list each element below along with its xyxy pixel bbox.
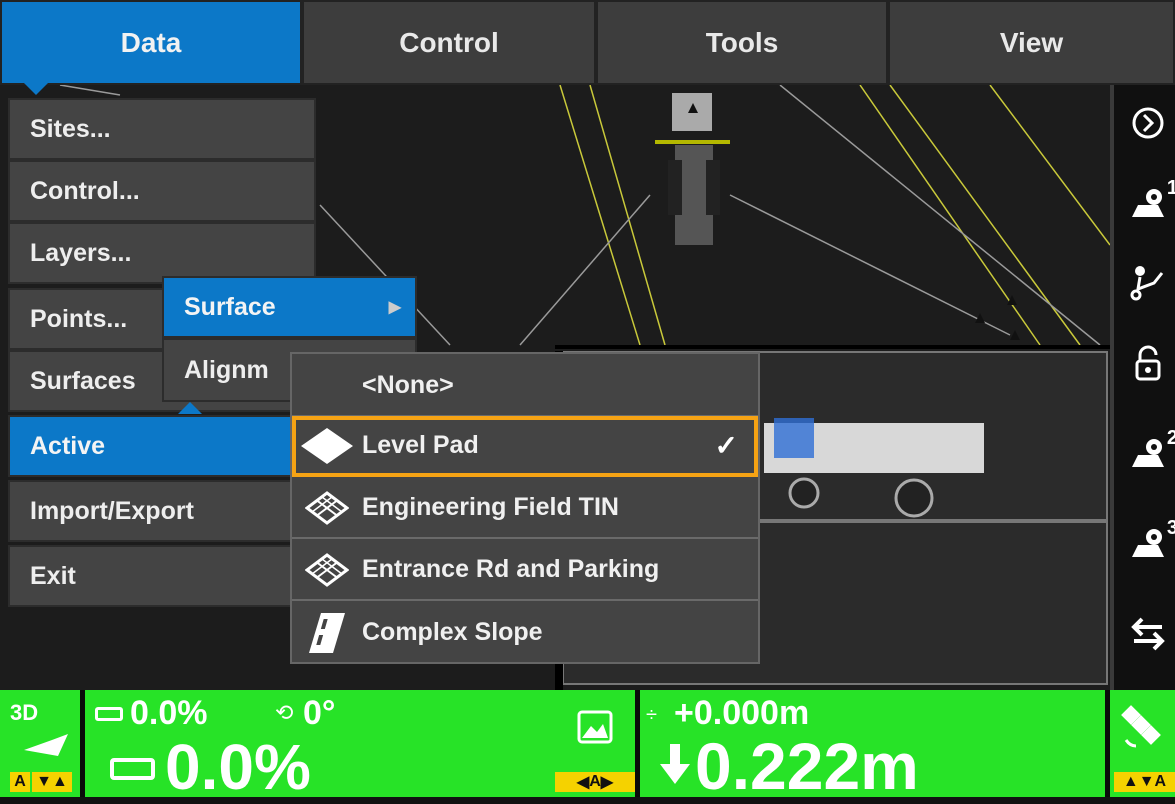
tin-grid-icon: [292, 552, 362, 587]
lock-icon[interactable]: [1120, 333, 1175, 393]
map-pin-2-icon[interactable]: 2: [1120, 423, 1175, 483]
menu-item-exit[interactable]: Exit: [8, 545, 316, 607]
map-pin-1-icon[interactable]: 1: [1120, 173, 1175, 233]
down-up-arrows-icon[interactable]: ▼▲: [32, 772, 72, 792]
menu-item-layers[interactable]: Layers...: [8, 222, 316, 284]
surface-item-complex-slope-label: Complex Slope: [362, 618, 543, 646]
mode-panel[interactable]: 3D A ▼▲: [0, 690, 80, 797]
surface-item-none-label: <None>: [362, 371, 454, 399]
gnss-panel[interactable]: ▲▼ A: [1110, 690, 1175, 797]
surface-menu: <None> Level Pad ✓ Engineering Field TIN…: [290, 352, 760, 664]
slope-big-value: 0.0%: [165, 731, 311, 803]
blade-3d-icon: [24, 734, 68, 756]
submenu-item-surface[interactable]: Surface ▶: [162, 276, 417, 338]
menu-item-active[interactable]: Active: [8, 415, 316, 477]
tab-data[interactable]: Data: [0, 0, 302, 85]
map-pin-1-number: 1: [1166, 177, 1175, 199]
map-pin-3-number: 3: [1166, 517, 1175, 539]
surface-item-engineering-field-tin-label: Engineering Field TIN: [362, 493, 619, 521]
surface-item-level-pad-label: Level Pad: [362, 431, 479, 459]
surface-item-entrance-rd[interactable]: Entrance Rd and Parking: [292, 540, 758, 601]
expand-arrow-icon[interactable]: [1120, 93, 1175, 153]
checkmark-icon: ✓: [714, 430, 738, 461]
elevation-small-icon: ÷: [646, 704, 657, 726]
diamond-solid-icon: [292, 426, 362, 466]
slope-bar-big-icon: [110, 758, 155, 780]
active-pointer-icon: [178, 402, 202, 414]
map-pin-2-number: 2: [1166, 427, 1175, 449]
route-icon[interactable]: [1120, 253, 1175, 313]
arrow-down-icon: [660, 744, 690, 784]
terrain-image-icon: [577, 710, 613, 744]
menu-item-sites[interactable]: Sites...: [8, 98, 316, 160]
tab-view[interactable]: View: [888, 0, 1175, 85]
tin-grid-icon: [292, 490, 362, 525]
satellite-icon: [1121, 705, 1161, 748]
surface-item-engineering-field-tin[interactable]: Engineering Field TIN: [292, 478, 758, 539]
submenu-item-surface-label: Surface: [184, 292, 276, 321]
slope-small-value: 0.0%: [130, 694, 208, 732]
a-tag-2: A: [589, 773, 601, 790]
a-tag-3: A: [1154, 773, 1167, 790]
tab-control[interactable]: Control: [302, 0, 596, 85]
rotation-value: 0°: [303, 694, 336, 732]
surface-item-level-pad[interactable]: Level Pad ✓: [292, 416, 758, 477]
tab-tools[interactable]: Tools: [596, 0, 888, 85]
rotation-icon: ⟲: [275, 700, 294, 725]
up-down-a-tag[interactable]: ▲▼ A: [1114, 772, 1175, 792]
left-a-right-tag[interactable]: ◀ A ▶: [555, 772, 635, 792]
swap-arrows-icon[interactable]: [1120, 603, 1175, 663]
map-pin-3-icon[interactable]: 3: [1120, 513, 1175, 573]
chevron-right-icon: ▶: [388, 299, 401, 316]
right-toolbar: 1 2 3: [1110, 85, 1175, 690]
menu-pointer-icon: [24, 83, 48, 95]
status-bar: 3D A ▼▲ 0.0% ⟲ 0° 0.0% ◀ A ▶ ÷ +0.000m 0.2…: [0, 690, 1175, 803]
a-tag-1: A: [10, 772, 30, 792]
slope-bar-icon: [95, 707, 123, 721]
slope-panel: 0.0% ⟲ 0° 0.0%: [85, 690, 555, 803]
surface-item-entrance-rd-label: Entrance Rd and Parking: [362, 555, 660, 583]
elevation-panel: ÷ +0.000m 0.222m: [640, 690, 1105, 803]
elevation-mode-panel[interactable]: ◀ A ▶: [555, 690, 635, 797]
menu-item-control[interactable]: Control...: [8, 160, 316, 222]
surface-item-complex-slope[interactable]: Complex Slope: [292, 602, 758, 663]
road-icon: [292, 611, 362, 655]
elevation-big-value: 0.222m: [695, 729, 919, 803]
surface-item-none[interactable]: <None>: [292, 356, 758, 417]
menu-item-import-export[interactable]: Import/Export: [8, 480, 316, 542]
